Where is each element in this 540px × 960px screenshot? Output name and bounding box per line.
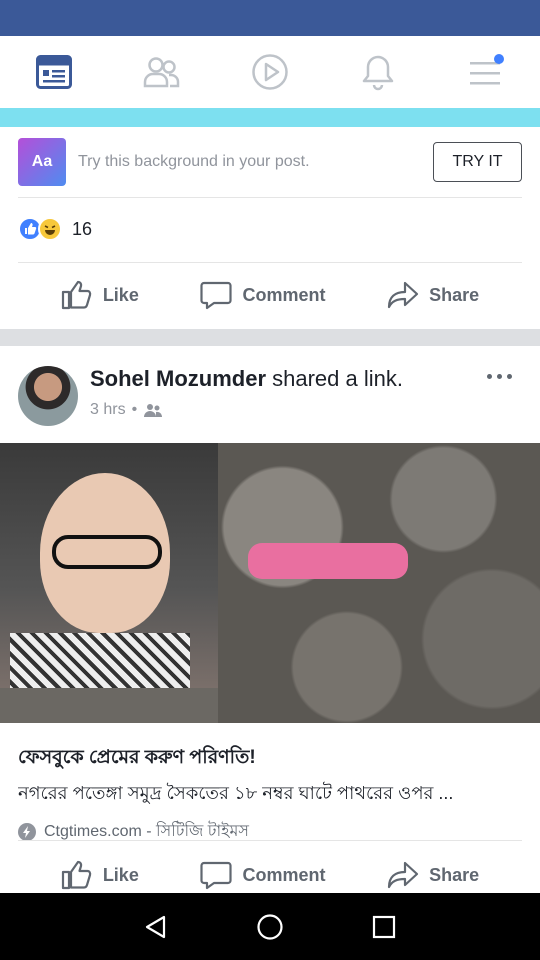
post-time[interactable]: 3 hrs [90, 401, 126, 419]
more-options-button[interactable] [487, 374, 512, 379]
image-glasses [52, 535, 162, 569]
comment-button[interactable]: Comment [200, 860, 326, 890]
image-rocks-bottom [0, 688, 218, 723]
comment-icon [200, 281, 233, 310]
composer-prompt[interactable]: Try this background in your post. [78, 153, 433, 171]
divider [18, 262, 522, 263]
news-feed-icon [36, 55, 72, 89]
share-arrow-icon [388, 861, 419, 889]
tab-friends[interactable] [132, 42, 192, 102]
share-button[interactable]: Share [387, 280, 479, 310]
comment-icon [200, 861, 233, 890]
link-description: নগরের পতেঙ্গা সমুদ্র সৈকতের ১৮ নম্বর ঘাট… [18, 783, 454, 803]
more-dot [497, 374, 502, 379]
comment-button[interactable]: Comment [200, 280, 326, 310]
shared-link-image[interactable] [0, 443, 540, 723]
share-label: Share [429, 284, 480, 305]
share-label: Share [429, 864, 480, 885]
author-name[interactable]: Sohel Mozumder [90, 366, 266, 391]
tab-news-feed[interactable] [24, 42, 84, 102]
like-button[interactable]: Like [61, 860, 139, 890]
recents-square-icon[interactable] [371, 914, 397, 940]
like-label: Like [102, 864, 139, 885]
background-preview-strip [0, 108, 540, 127]
friends-icon [143, 57, 180, 88]
meta-separator: • [131, 401, 138, 418]
more-dot [507, 374, 512, 379]
avatar[interactable] [18, 366, 78, 426]
tab-notifications[interactable] [348, 42, 408, 102]
post-meta: 3 hrs • [90, 401, 163, 419]
feed-separator [0, 329, 540, 346]
comment-label: Comment [242, 864, 326, 885]
android-navigation-bar [0, 893, 540, 960]
thumbs-up-icon [61, 860, 92, 890]
comment-label: Comment [242, 284, 326, 305]
instant-article-bolt-icon [18, 822, 36, 841]
image-right-rocks [218, 443, 540, 723]
notification-dot [494, 54, 504, 64]
background-style-button[interactable]: Aa [18, 138, 66, 186]
try-it-button[interactable]: TRY IT [433, 142, 522, 182]
home-circle-icon[interactable] [256, 913, 284, 941]
image-collar [10, 633, 190, 693]
tab-menu[interactable] [456, 42, 516, 102]
top-navigation [0, 36, 540, 108]
post-composer-suggestion: Aa Try this background in your post. TRY… [0, 127, 540, 197]
bell-icon [362, 55, 394, 91]
post-author-line: Sohel Mozumder shared a link. [90, 366, 403, 392]
like-label: Like [102, 284, 139, 305]
share-arrow-icon [388, 281, 419, 309]
post-actions-top: Like Comment Share [0, 268, 540, 322]
image-pink-shirt [248, 543, 408, 579]
divider [18, 840, 522, 841]
thumbs-up-icon [61, 280, 92, 310]
friends-audience-icon [144, 404, 163, 417]
image-left-portrait [0, 443, 218, 693]
link-preview[interactable]: ফেসবুকে প্রেমের করুণ পরিণতি! নগরের পতেঙ্… [0, 723, 540, 841]
tab-watch[interactable] [240, 42, 300, 102]
more-dot [487, 374, 492, 379]
share-button[interactable]: Share [387, 860, 479, 890]
back-triangle-icon[interactable] [143, 914, 169, 940]
post-activity: shared a link. [266, 366, 403, 391]
link-title: ফেসবুকে প্রেমের করুণ পরিণতি! [18, 747, 256, 768]
video-play-icon [252, 54, 288, 90]
status-bar [0, 0, 540, 36]
haha-reaction-icon [38, 217, 62, 241]
divider [18, 197, 522, 198]
like-button[interactable]: Like [61, 280, 139, 310]
hamburger-menu-icon [470, 54, 504, 85]
reactions-summary[interactable]: 16 [18, 212, 92, 246]
post-header: Sohel Mozumder shared a link. 3 hrs • [0, 346, 540, 442]
reaction-count: 16 [72, 218, 93, 239]
